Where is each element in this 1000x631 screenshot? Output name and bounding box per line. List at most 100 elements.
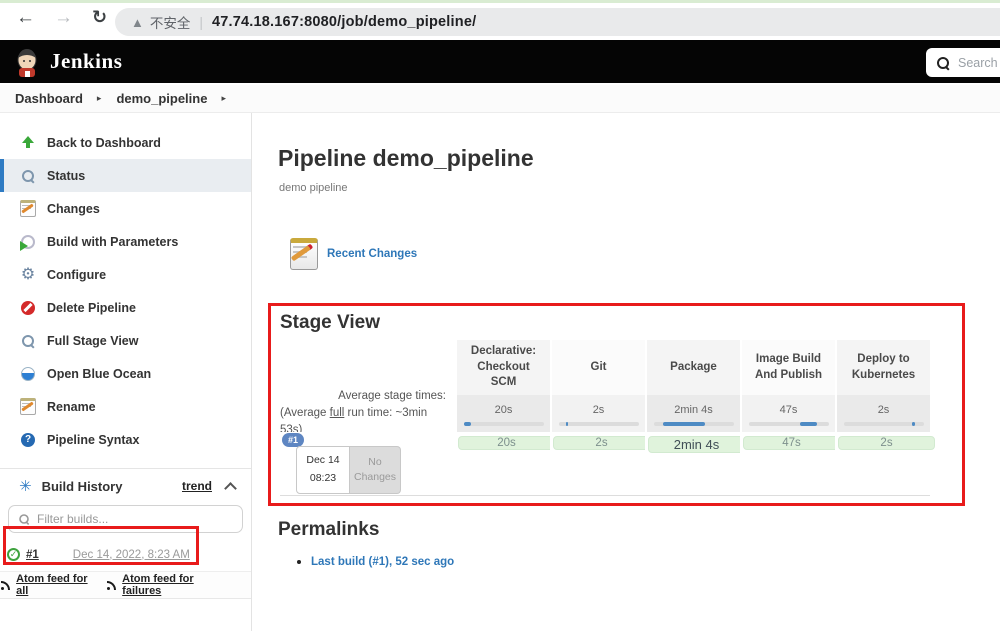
header-search-box[interactable]: Search [926, 48, 1000, 77]
sidebar-item-changes[interactable]: Changes [0, 192, 251, 225]
not-secure-label[interactable]: 不安全 [150, 12, 191, 32]
stage-view-table: Declarative: Checkout SCM Git Package Im… [280, 340, 930, 496]
atom-feeds: Atom feed for all Atom feed for failures [0, 572, 251, 599]
average-times-label: Average stage times: (Average full run t… [280, 395, 455, 432]
no-entry-icon [19, 301, 37, 315]
build-history-header: ✳ Build History trend [0, 468, 251, 503]
breadcrumb-chevron-icon[interactable]: ▸ [97, 93, 102, 104]
stage-result-cell[interactable]: 47s [743, 436, 840, 450]
full-link[interactable]: full [330, 407, 345, 419]
stage-time-bar [749, 422, 829, 426]
sidebar-item-open-blue-ocean[interactable]: Open Blue Ocean [0, 357, 251, 390]
jenkins-brand[interactable]: Jenkins [50, 49, 122, 74]
stage-view-section: Stage View Declarative: Checkout SCM Git… [268, 303, 965, 506]
browser-reload-icon[interactable]: ↻ [92, 7, 107, 28]
stage-time-bar [464, 422, 544, 426]
magnifier-icon [19, 334, 37, 348]
build-history-title: Build History [42, 479, 182, 494]
breadcrumb: Dashboard ▸ demo_pipeline ▸ [0, 85, 1000, 113]
stage-result-cell[interactable]: 2min 4s [648, 436, 745, 453]
not-secure-warning-icon[interactable]: ▲ [131, 15, 144, 30]
permalinks-title: Permalinks [278, 519, 379, 541]
atom-feed-failures-link[interactable]: Atom feed for failures [122, 573, 227, 597]
stage-time-bar [559, 422, 639, 426]
stage-result-cell[interactable]: 20s [458, 436, 555, 450]
rss-icon [0, 579, 11, 591]
browser-toolbar: ← → ↻ ▲ 不安全 | 47.74.18.167:8080/job/demo… [0, 3, 1000, 40]
filter-builds-placeholder: Filter builds... [37, 512, 108, 526]
stage-time-bar [654, 422, 734, 426]
search-icon [936, 56, 950, 70]
stage-result-cell[interactable]: 2s [553, 436, 650, 450]
address-bar[interactable]: ▲ 不安全 | 47.74.18.167:8080/job/demo_pipel… [115, 8, 1000, 36]
average-time-cell: 2s [835, 395, 930, 432]
browser-forward-icon[interactable]: → [54, 7, 73, 29]
permalink-item: Last build (#1), 52 sec ago [297, 556, 454, 568]
build-card[interactable]: Dec 1408:23 No Changes [296, 446, 401, 494]
sidebar-item-build-with-parameters[interactable]: Build with Parameters [0, 225, 251, 258]
average-time-cell: 2min 4s [645, 395, 740, 432]
sidebar-item-rename[interactable]: Rename [0, 390, 251, 423]
help-icon: ? [19, 433, 37, 447]
stage-view-title: Stage View [280, 312, 965, 334]
notepad-icon [19, 200, 37, 217]
search-placeholder: Search [958, 56, 998, 70]
build-history-icon: ✳ [19, 479, 32, 494]
sidebar-menu: Back to Dashboard Status Changes Build w… [0, 113, 251, 456]
stage-header: Git [550, 340, 645, 395]
build-row-label: #1 Dec 1408:23 No Changes [280, 432, 455, 496]
jenkins-pipeline-page: ← → ↻ ▲ 不安全 | 47.74.18.167:8080/job/demo… [0, 0, 1000, 631]
stage-header: Package [645, 340, 740, 395]
bullet-icon [297, 560, 301, 564]
notepad-icon [19, 398, 37, 415]
sidebar-item-pipeline-syntax[interactable]: ? Pipeline Syntax [0, 423, 251, 456]
sidebar-item-full-stage-view[interactable]: Full Stage View [0, 324, 251, 357]
stage-header: Declarative: Checkout SCM [455, 340, 550, 395]
build-date-time[interactable]: Dec 1408:23 [296, 446, 350, 494]
gear-icon: ⚙ [19, 267, 37, 283]
build-play-icon [19, 235, 37, 249]
breadcrumb-chevron-icon[interactable]: ▸ [221, 93, 226, 104]
sidebar-item-configure[interactable]: ⚙ Configure [0, 258, 251, 291]
jenkins-logo-icon[interactable] [14, 47, 40, 77]
magnifier-icon [19, 169, 37, 183]
sidebar-item-back-to-dashboard[interactable]: Back to Dashboard [0, 126, 251, 159]
recent-changes-label: Recent Changes [327, 248, 417, 260]
average-time-cell: 20s [455, 395, 550, 432]
last-build-link[interactable]: Last build (#1), 52 sec ago [311, 556, 454, 568]
search-icon [18, 513, 29, 524]
filter-builds-input[interactable]: Filter builds... [8, 505, 243, 533]
breadcrumb-dashboard[interactable]: Dashboard [15, 91, 83, 106]
sidebar-item-delete-pipeline[interactable]: Delete Pipeline [0, 291, 251, 324]
stage-header: Deploy to Kubernetes [835, 340, 930, 395]
atom-feed-all-link[interactable]: Atom feed for all [16, 573, 96, 597]
stage-header: Image Build And Publish [740, 340, 835, 395]
browser-back-icon[interactable]: ← [16, 7, 35, 29]
collapse-chevron-icon[interactable] [224, 482, 237, 495]
page-title: Pipeline demo_pipeline [278, 145, 1000, 172]
sidebar: Back to Dashboard Status Changes Build w… [0, 113, 252, 631]
build-badge[interactable]: #1 [282, 433, 304, 447]
no-changes-badge: No Changes [350, 446, 401, 494]
build-history-row[interactable]: ✓ #1 Dec 14, 2022, 8:23 AM [0, 538, 251, 572]
recent-changes-icon [290, 238, 318, 270]
average-time-cell: 2s [550, 395, 645, 432]
page-description: demo pipeline [279, 182, 1000, 194]
build-number-link[interactable]: #1 [26, 549, 39, 561]
address-separator: | [199, 14, 203, 30]
build-date-link[interactable]: Dec 14, 2022, 8:23 AM [73, 549, 190, 561]
trend-link[interactable]: trend [182, 479, 212, 493]
address-url[interactable]: 47.74.18.167:8080/job/demo_pipeline/ [212, 14, 476, 30]
recent-changes[interactable]: Recent Changes [290, 238, 1000, 270]
breadcrumb-demo-pipeline[interactable]: demo_pipeline [116, 91, 207, 106]
stage-time-bar [844, 422, 924, 426]
up-arrow-icon [19, 136, 37, 149]
blue-ocean-icon [19, 367, 37, 381]
rss-icon [106, 579, 117, 591]
success-check-icon: ✓ [7, 548, 20, 561]
stage-result-cell[interactable]: 2s [838, 436, 935, 450]
main-content: Pipeline demo_pipeline demo pipeline Rec… [252, 113, 1000, 631]
jenkins-header: Jenkins Search [0, 40, 1000, 85]
average-time-cell: 47s [740, 395, 835, 432]
sidebar-item-status[interactable]: Status [0, 159, 251, 192]
